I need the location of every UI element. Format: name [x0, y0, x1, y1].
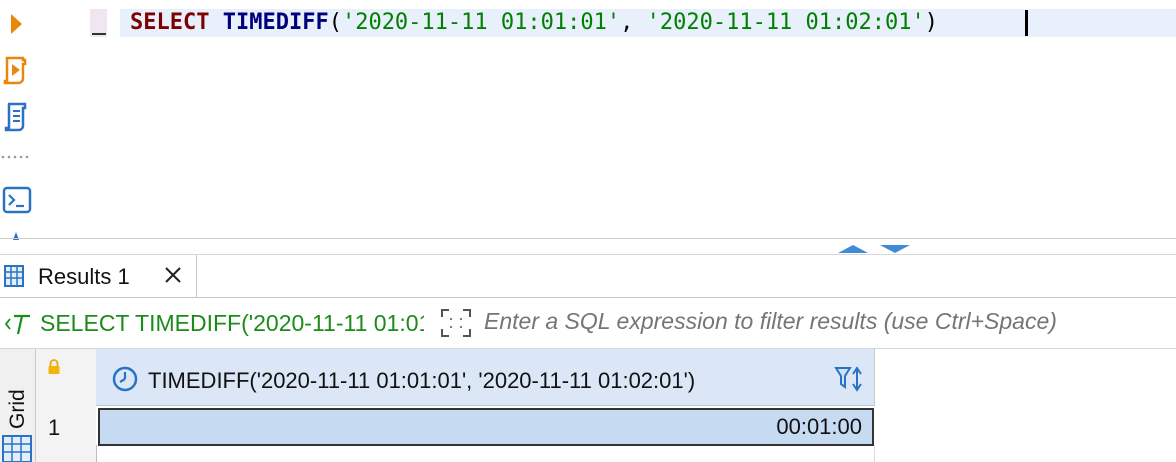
- terminal-icon[interactable]: [2, 186, 32, 214]
- script-document-icon[interactable]: [4, 102, 27, 132]
- sql-function: TIMEDIFF: [222, 10, 329, 35]
- tab-results-1[interactable]: Results 1: [0, 255, 197, 297]
- left-toolbar-icons: [1, 14, 32, 240]
- sql-string-arg1: '2020-11-11 01:01:01': [341, 10, 621, 35]
- sql-comma: ,: [620, 10, 647, 35]
- panel-splitter[interactable]: [0, 238, 1176, 239]
- grid-icon[interactable]: [2, 435, 32, 462]
- sql-keyword: SELECT: [130, 10, 210, 35]
- sql-code-line[interactable]: SELECT TIMEDIFF('2020-11-11 01:01:01', '…: [130, 10, 938, 36]
- results-grid: Grid TIMEDIFF('2020-11-11 01:01:01', '20…: [0, 349, 1176, 462]
- splitter-arrows[interactable]: [838, 241, 914, 253]
- restore-down-icon[interactable]: [880, 245, 910, 253]
- grid-view-tab[interactable]: Grid: [2, 379, 32, 435]
- column-header-label: TIMEDIFF('2020-11-11 01:01:01', '2020-11…: [148, 368, 696, 393]
- line-indicator: [92, 33, 106, 35]
- sql-editor[interactable]: SELECT TIMEDIFF('2020-11-11 01:01:01', '…: [40, 0, 1176, 240]
- text-cursor: [1025, 10, 1028, 36]
- sql-close-paren: ): [924, 10, 939, 35]
- grid-label: Grid: [6, 389, 29, 429]
- lock-icon: [48, 359, 60, 374]
- sql-text-icon[interactable]: [4, 313, 36, 335]
- run-triangle-icon[interactable]: [11, 14, 22, 34]
- clock-icon: [112, 366, 138, 392]
- grid-divider: [874, 445, 875, 462]
- result-cell-value: 00:01:00: [776, 414, 862, 439]
- sql-string-arg2: '2020-11-11 01:02:01': [646, 10, 925, 35]
- column-header[interactable]: TIMEDIFF('2020-11-11 01:01:01', '2020-11…: [96, 349, 875, 406]
- execute-script-icon[interactable]: [3, 56, 27, 85]
- row-number: 1: [48, 415, 61, 440]
- grid-divider: [96, 445, 97, 462]
- active-query-text[interactable]: SELECT TIMEDIFF('2020-11-11 01:01:01', '…: [40, 310, 424, 337]
- filter-input[interactable]: [484, 308, 1164, 335]
- separator-dots: [1, 155, 29, 159]
- editor-left-toolbar: [0, 0, 40, 240]
- results-filter-row: SELECT TIMEDIFF('2020-11-11 01:01:01', '…: [0, 298, 1176, 349]
- grid-table-icon: [4, 265, 24, 287]
- result-cell[interactable]: 00:01:00: [98, 408, 874, 446]
- filter-sort-icon[interactable]: [834, 365, 866, 393]
- results-tab-bar: Results 1: [0, 254, 1176, 298]
- maximize-up-icon[interactable]: [838, 245, 868, 253]
- row-number-cell[interactable]: 1: [36, 407, 96, 445]
- sql-open-paren: (: [328, 10, 342, 35]
- expand-filter-icon[interactable]: [440, 308, 472, 338]
- grid-view-sidebar: Grid: [0, 349, 36, 462]
- close-icon[interactable]: [163, 265, 183, 285]
- row-header-column: [36, 349, 96, 462]
- tab-label: Results 1: [38, 264, 130, 289]
